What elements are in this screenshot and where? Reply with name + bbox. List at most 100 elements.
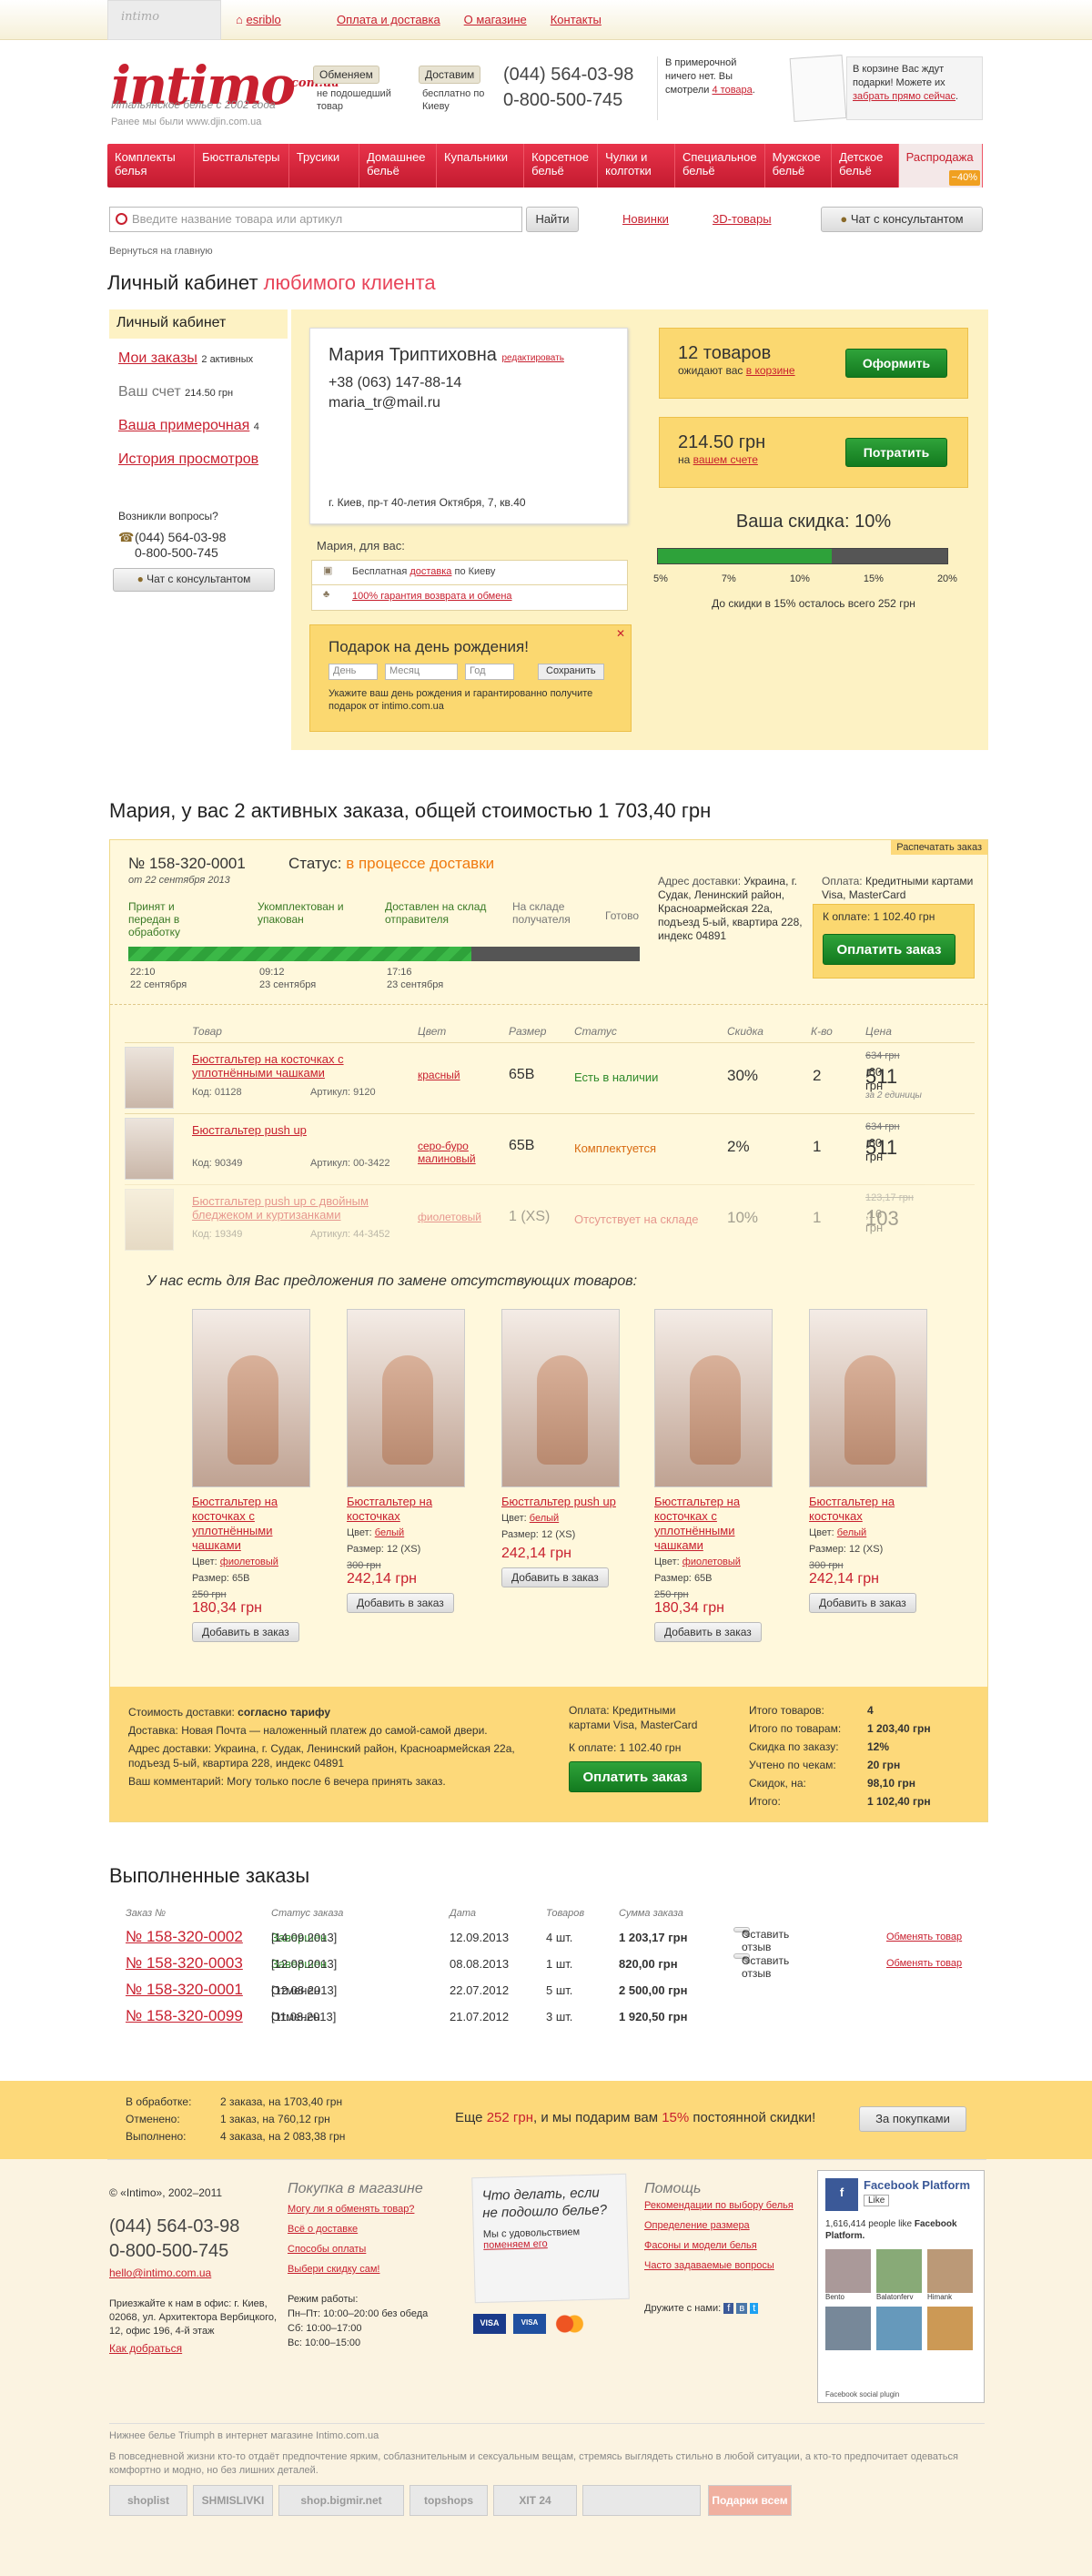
back-link[interactable]: Вернуться на главную bbox=[109, 246, 213, 257]
add-to-order-button[interactable]: Добавить в заказ bbox=[654, 1622, 762, 1642]
facebook-icon[interactable]: f bbox=[723, 2303, 734, 2314]
delivery-button[interactable]: Доставим bbox=[419, 66, 481, 84]
offer-image[interactable] bbox=[501, 1309, 620, 1487]
exchange-link[interactable]: Обменять товар bbox=[886, 1958, 962, 1969]
review-button[interactable]: ✎ Оставить отзыв bbox=[733, 1953, 789, 1980]
done-order-number[interactable]: № 158-320-0003 bbox=[126, 1954, 243, 1973]
bday-save-button[interactable]: Сохранить bbox=[538, 664, 604, 680]
help-link-faq[interactable]: Часто задаваемые вопросы bbox=[644, 2259, 808, 2273]
nav-corset[interactable]: Корсетное бельё bbox=[524, 144, 599, 188]
user-link[interactable]: esriblo bbox=[246, 13, 280, 26]
offer-image[interactable] bbox=[192, 1309, 310, 1487]
badge-gifts[interactable]: Подарки всем bbox=[708, 2485, 792, 2516]
product-color[interactable]: серо-буро малиновый bbox=[418, 1140, 490, 1165]
link-payment[interactable]: Оплата и доставка bbox=[337, 13, 440, 26]
footer-link-delivery[interactable]: Всё о доставке bbox=[288, 2219, 460, 2239]
nav-home[interactable]: Домашнее бельё bbox=[359, 144, 437, 188]
help-link-styles[interactable]: Фасоны и модели белья bbox=[644, 2239, 808, 2253]
route-link[interactable]: Как добраться bbox=[109, 2338, 282, 2358]
offer-name-link[interactable]: Бюстгальтер на косточках bbox=[809, 1495, 929, 1524]
balance-link[interactable]: вашем счете bbox=[693, 453, 758, 466]
pay-order-button-bottom[interactable]: Оплатить заказ bbox=[569, 1761, 702, 1792]
done-order-number[interactable]: № 158-320-0002 bbox=[126, 1928, 243, 1946]
offer-image[interactable] bbox=[654, 1309, 773, 1487]
offer-name-link[interactable]: Бюстгальтер на косточках с уплотнёнными … bbox=[192, 1495, 312, 1553]
bday-day-select[interactable]: День bbox=[329, 664, 378, 680]
twitter-icon[interactable]: t bbox=[750, 2303, 759, 2314]
search-input[interactable]: Введите название товара или артикул bbox=[109, 207, 522, 232]
product-name-link[interactable]: Бюстгальтер push up с двойным бледжеком … bbox=[192, 1194, 374, 1222]
search-button[interactable]: Найти bbox=[526, 207, 579, 232]
badge-xit24[interactable]: XIT 24 bbox=[493, 2485, 577, 2516]
perk-delivery-link[interactable]: доставка bbox=[410, 566, 451, 577]
shop-button[interactable]: За покупками bbox=[859, 2106, 966, 2132]
nav-special[interactable]: Специальное бельё bbox=[675, 144, 765, 188]
nav-panties[interactable]: Трусики bbox=[289, 144, 360, 188]
exchange-link[interactable]: Обменять товар bbox=[886, 1932, 962, 1942]
footer-email[interactable]: hello@intimo.com.ua bbox=[109, 2263, 282, 2283]
nav-bras[interactable]: Бюстгальтеры bbox=[195, 144, 289, 188]
badge-shoplist[interactable]: shoplist bbox=[109, 2485, 187, 2516]
offer-image[interactable] bbox=[347, 1309, 465, 1487]
add-to-order-button[interactable]: Добавить в заказ bbox=[192, 1622, 299, 1642]
cart-link[interactable]: забрать прямо сейчас bbox=[853, 91, 956, 102]
footer-link-exchange[interactable]: Могу ли я обменять товар? bbox=[288, 2199, 460, 2219]
product-thumbnail[interactable] bbox=[125, 1189, 174, 1251]
offer-image[interactable] bbox=[809, 1309, 927, 1487]
nav-sets[interactable]: Комплекты белья bbox=[107, 144, 196, 188]
done-order-number[interactable]: № 158-320-0099 bbox=[126, 2007, 243, 2025]
done-order-number[interactable]: № 158-320-0001 bbox=[126, 1981, 243, 1999]
vk-icon[interactable]: в bbox=[736, 2303, 748, 2314]
footer-link-discount[interactable]: Выбери скидку сам! bbox=[288, 2259, 460, 2279]
fitting-link[interactable]: 4 товара bbox=[712, 85, 752, 96]
user-tab[interactable]: ⌂ esriblo bbox=[223, 0, 307, 40]
shopping-bag-icon[interactable] bbox=[789, 55, 847, 122]
menu-account[interactable]: Ваш счет 214.50 грн bbox=[109, 376, 288, 410]
spend-button[interactable]: Потратить bbox=[845, 438, 947, 467]
help-link-choose[interactable]: Рекомендации по выбору белья bbox=[644, 2199, 808, 2213]
badge-shmislivki[interactable]: SHMISLIVKI bbox=[193, 2485, 273, 2516]
badge-bigmir[interactable]: shop.bigmir.net bbox=[278, 2485, 404, 2516]
chat-button[interactable]: ● Чат с консультантом bbox=[821, 207, 983, 232]
product-color[interactable]: фиолетовый bbox=[418, 1211, 490, 1223]
nav-sale[interactable]: Распродажа −40% bbox=[898, 144, 983, 188]
add-to-order-button[interactable]: Добавить в заказ bbox=[347, 1593, 454, 1613]
bday-month-select[interactable]: Месяц bbox=[385, 664, 458, 680]
nav-stockings[interactable]: Чулки и колготки bbox=[598, 144, 675, 188]
tab-intimo[interactable]: intimo bbox=[107, 0, 221, 40]
checkout-button[interactable]: Оформить bbox=[845, 349, 947, 378]
help-link-size[interactable]: Определение размера bbox=[644, 2219, 808, 2233]
exchange-note-link[interactable]: поменяем его bbox=[483, 2236, 618, 2251]
product-thumbnail[interactable] bbox=[125, 1047, 174, 1109]
footer-link-payment[interactable]: Способы оплаты bbox=[288, 2239, 460, 2259]
nav-kids[interactable]: Детское бельё bbox=[832, 144, 899, 188]
link-contacts[interactable]: Контакты bbox=[551, 13, 602, 26]
badge-topshops[interactable]: topshops bbox=[410, 2485, 488, 2516]
link-about[interactable]: О магазине bbox=[464, 13, 527, 26]
fb-like-button[interactable]: Like bbox=[864, 2195, 890, 2206]
product-name-link[interactable]: Бюстгальтер push up bbox=[192, 1123, 374, 1137]
review-button[interactable]: ✎ Оставить отзыв bbox=[733, 1927, 789, 1953]
product-color[interactable]: красный bbox=[418, 1069, 490, 1081]
nav-men[interactable]: Мужское бельё bbox=[765, 144, 833, 188]
perk-guarantee-link[interactable]: 100% гарантия возврата и обмена bbox=[352, 591, 512, 602]
menu-fitting[interactable]: Ваша примерочная 4 bbox=[109, 410, 288, 443]
pay-order-button[interactable]: Оплатить заказ bbox=[823, 934, 956, 965]
link-new[interactable]: Новинки bbox=[622, 212, 669, 226]
chat-button-side[interactable]: ● Чат с консультантом bbox=[113, 568, 275, 592]
print-order-link[interactable]: Распечатать заказ bbox=[891, 840, 987, 855]
menu-history[interactable]: История просмотров bbox=[109, 443, 288, 476]
edit-profile-link[interactable]: редактировать bbox=[502, 353, 564, 363]
close-icon[interactable]: ✕ bbox=[616, 627, 625, 640]
menu-orders[interactable]: Мои заказы 2 активных bbox=[109, 342, 288, 376]
badge-partner[interactable] bbox=[582, 2485, 701, 2516]
exchange-button[interactable]: Обменяем bbox=[313, 66, 379, 84]
product-thumbnail[interactable] bbox=[125, 1118, 174, 1180]
bday-year-select[interactable]: Год bbox=[465, 664, 514, 680]
offer-name-link[interactable]: Бюстгальтер на косточках bbox=[347, 1495, 467, 1524]
offer-name-link[interactable]: Бюстгальтер push up bbox=[501, 1495, 622, 1509]
link-3d[interactable]: 3D-товары bbox=[713, 212, 772, 226]
offer-name-link[interactable]: Бюстгальтер на косточках с уплотнёнными … bbox=[654, 1495, 774, 1553]
add-to-order-button[interactable]: Добавить в заказ bbox=[809, 1593, 916, 1613]
cart-in-link[interactable]: в корзине bbox=[746, 364, 795, 377]
